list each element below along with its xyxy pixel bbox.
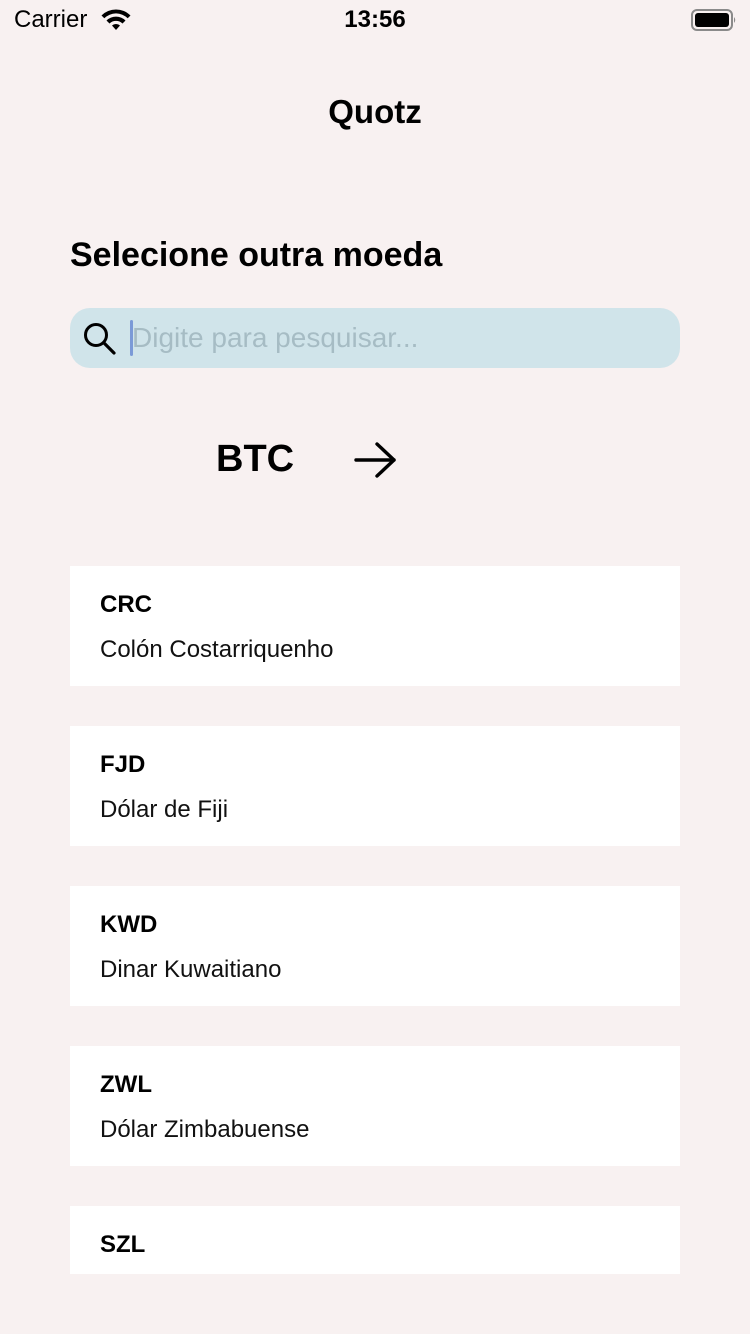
currency-code: CRC xyxy=(100,591,152,618)
currency-name: Dólar Zimbabuense xyxy=(100,1116,310,1143)
status-bar: Carrier 13:56 xyxy=(0,0,750,40)
currency-code: SZL xyxy=(100,1231,146,1258)
currency-item-crc[interactable]: CRC Colón Costarriquenho xyxy=(70,566,680,686)
currency-list[interactable]: CRC Colón Costarriquenho FJD Dólar de Fi… xyxy=(70,566,680,1274)
section-title: Selecione outra moeda xyxy=(70,236,443,274)
status-time: 13:56 xyxy=(344,6,406,33)
from-currency-code: BTC xyxy=(216,438,295,480)
currency-name: Dinar Kuwaitiano xyxy=(100,956,282,983)
currency-item-fjd[interactable]: FJD Dólar de Fiji xyxy=(70,726,680,846)
currency-item-zwl[interactable]: ZWL Dólar Zimbabuense xyxy=(70,1046,680,1166)
currency-item-szl[interactable]: SZL xyxy=(70,1206,680,1274)
currency-name: Dólar de Fiji xyxy=(100,796,229,823)
search-input[interactable] xyxy=(132,308,662,368)
currency-code: ZWL xyxy=(100,1071,152,1098)
search-icon xyxy=(84,323,116,355)
currency-code: FJD xyxy=(100,751,146,778)
currency-code: KWD xyxy=(100,911,158,938)
app-title: Quotz xyxy=(328,93,422,130)
currency-item-kwd[interactable]: KWD Dinar Kuwaitiano xyxy=(70,886,680,1006)
currency-name: Colón Costarriquenho xyxy=(100,636,334,663)
search-box[interactable] xyxy=(70,308,680,368)
arrow-right-icon xyxy=(354,442,396,478)
battery-icon xyxy=(691,9,736,31)
